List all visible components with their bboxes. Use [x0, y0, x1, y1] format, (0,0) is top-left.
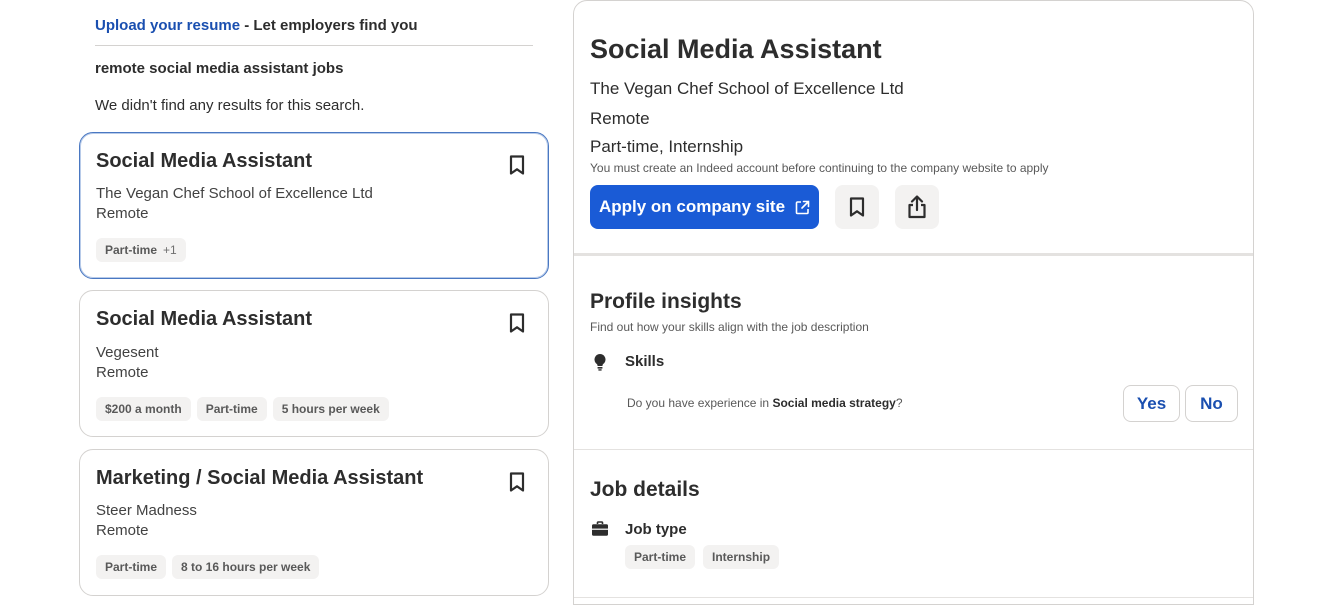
profile-insights-heading: Profile insights: [590, 290, 742, 313]
job-details-heading: Job details: [590, 478, 700, 501]
search-results-column: Upload your resume - Let employers find …: [79, 0, 549, 605]
job-detail-panel: Social Media Assistant The Vegan Chef Sc…: [573, 0, 1254, 605]
job-detail-company[interactable]: The Vegan Chef School of Excellence Ltd: [590, 79, 904, 99]
job-detail-title: Social Media Assistant: [590, 34, 882, 64]
apply-note: You must create an Indeed account before…: [590, 161, 1049, 175]
job-type-tag: Part-time: [625, 545, 696, 569]
skill-name: Social media strategy: [772, 396, 896, 410]
job-card[interactable]: Social Media Assistant Vegesent Remote $…: [79, 290, 549, 437]
job-type-tags: Part-time Internship: [625, 545, 780, 569]
no-button[interactable]: No: [1185, 385, 1238, 422]
job-detail-location: Remote: [590, 109, 650, 128]
section-divider: [574, 597, 1253, 598]
section-divider: [574, 253, 1253, 256]
job-detail-type: Part-time, Internship: [590, 137, 744, 156]
upload-resume-text: - Let employers find you: [240, 17, 418, 34]
job-card-company: The Vegan Chef School of Excellence Ltd: [96, 185, 373, 202]
bookmark-icon: [509, 155, 525, 175]
yes-button[interactable]: Yes: [1123, 385, 1180, 422]
bookmark-icon: [509, 313, 525, 333]
search-query-title: remote social media assistant jobs: [95, 60, 344, 77]
job-card-tags: Part-time +1: [96, 238, 186, 262]
no-results-message: We didn't find any results for this sear…: [95, 97, 365, 114]
bookmark-icon: [509, 472, 525, 492]
profile-insights-subheading: Find out how your skills align with the …: [590, 320, 869, 334]
job-type-tag: Internship: [703, 545, 780, 569]
job-card[interactable]: Marketing / Social Media Assistant Steer…: [79, 449, 549, 596]
share-icon: [908, 195, 926, 219]
more-tags-count: +1: [163, 243, 177, 257]
job-tag: Part-time: [96, 555, 167, 579]
job-card-title[interactable]: Social Media Assistant: [96, 150, 312, 173]
save-job-button[interactable]: [835, 185, 879, 229]
lightbulb-icon: [594, 353, 606, 371]
job-tag: 8 to 16 hours per week: [172, 555, 320, 579]
divider: [95, 45, 533, 46]
job-card-company: Vegesent: [96, 344, 159, 361]
job-card-location: Remote: [96, 522, 149, 539]
section-divider: [574, 449, 1253, 450]
job-tag: Part-time +1: [96, 238, 186, 262]
external-link-icon: [795, 200, 810, 214]
job-card-title[interactable]: Social Media Assistant: [96, 308, 312, 331]
save-job-button[interactable]: [506, 153, 528, 177]
upload-resume-banner: Upload your resume - Let employers find …: [95, 17, 418, 34]
job-card-tags: $200 a month Part-time 5 hours per week: [96, 397, 389, 421]
upload-resume-link[interactable]: Upload your resume: [95, 17, 240, 34]
job-card-title[interactable]: Marketing / Social Media Assistant: [96, 467, 423, 490]
save-job-button[interactable]: [506, 311, 528, 335]
skills-label: Skills: [625, 353, 665, 370]
save-job-button[interactable]: [506, 470, 528, 494]
job-card-company: Steer Madness: [96, 502, 197, 519]
apply-button-label: Apply on company site: [598, 197, 786, 216]
job-card-location: Remote: [96, 364, 149, 381]
job-card-location: Remote: [96, 205, 149, 222]
skill-question: Do you have experience in Social media s…: [627, 396, 903, 410]
job-type-label: Job type: [625, 521, 687, 538]
job-card-tags: Part-time 8 to 16 hours per week: [96, 555, 320, 579]
share-job-button[interactable]: [895, 185, 939, 229]
job-tag: $200 a month: [96, 397, 191, 421]
bookmark-icon: [849, 197, 865, 217]
briefcase-icon: [592, 521, 608, 536]
job-card[interactable]: Social Media Assistant The Vegan Chef Sc…: [79, 132, 549, 279]
apply-on-company-site-button[interactable]: Apply on company site: [590, 185, 819, 229]
job-tag: 5 hours per week: [272, 397, 389, 421]
job-tag: Part-time: [196, 397, 267, 421]
